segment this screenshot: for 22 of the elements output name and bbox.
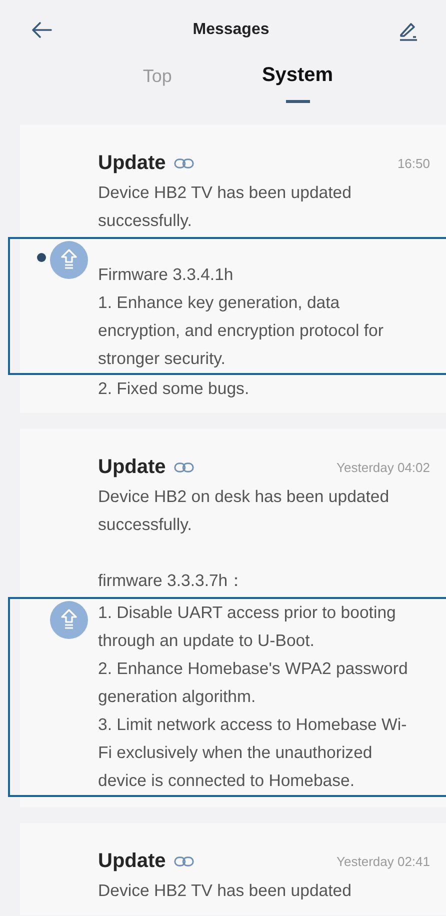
link-icon [174,856,194,866]
message-text: 2. Fixed some bugs. [98,378,250,400]
link-icon [174,462,194,472]
message-text: Device HB2 TV has been updated [98,880,352,902]
message-text: Firmware 3.3.4.1h [98,264,234,286]
message-text: 1. Disable UART access prior to booting through an update to U-Boot. [98,602,397,652]
message-text: 2. Enhance Homebase's WPA2 password generation algorithm. [98,658,408,708]
message-time: 16:50 [397,156,430,170]
message-text: Device HB2 TV has been updated successfully. [98,182,352,232]
message-text: Device HB2 on desk has been updated successfully. [98,486,390,536]
message-time: Yesterday 04:02 [336,460,430,474]
message-title: Update [98,850,166,872]
page-title: Messages [192,21,270,39]
message-card[interactable]: Update Yesterday 02:41 Device HB2 TV has been updated [20,823,446,915]
link-icon [174,158,194,168]
message-time: Yesterday 02:41 [336,854,430,868]
message-title: Update [98,152,166,174]
message-text: 1. Enhance key generation, data encryption, and encryption protocol for stronger security. [98,292,384,370]
message-text: 3. Limit network access to Homebase Wi-Fi exclusively when the unauthorized device is connected to Homebase. [98,714,408,792]
unread-dot [37,253,46,262]
message-title: Update [98,456,166,478]
message-text: firmware 3.3.3.7h： [98,570,246,592]
